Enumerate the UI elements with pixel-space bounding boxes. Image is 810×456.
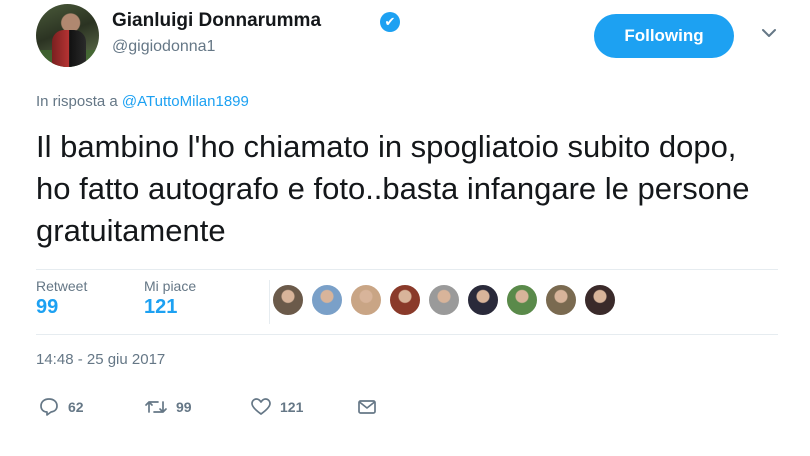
- tweet-text: Il bambino l'ho chiamato in spogliatoio …: [36, 129, 750, 248]
- like-icon: [250, 396, 272, 418]
- avatar-figure: [52, 30, 86, 67]
- like-count: 121: [280, 399, 304, 415]
- tweet-header: Gianluigi Donnarumma ✔ @gigiodonna1 Foll…: [36, 4, 796, 70]
- retweet-stat-label: Retweet: [36, 278, 88, 294]
- retweet-count: 99: [176, 399, 192, 415]
- retweet-stat[interactable]: Retweet 99: [36, 278, 87, 319]
- reply-icon: [38, 396, 60, 418]
- reply-count: 62: [68, 399, 84, 415]
- chevron-down-icon[interactable]: [758, 22, 780, 44]
- direct-message-icon: [356, 396, 378, 418]
- likes-stat[interactable]: Mi piace 121: [144, 278, 196, 319]
- reply-prefix: In risposta a: [36, 93, 118, 110]
- verified-icon: ✔: [380, 12, 400, 32]
- reply-mention-link[interactable]: @ATuttoMilan1899: [122, 93, 249, 110]
- reply-context: In risposta a @ATuttoMilan1899: [36, 93, 249, 110]
- liker-avatar-4[interactable]: [389, 284, 421, 316]
- reply-button[interactable]: 62: [38, 393, 84, 421]
- liker-avatar-9[interactable]: [584, 284, 616, 316]
- liker-avatar-2[interactable]: [311, 284, 343, 316]
- author-avatar[interactable]: [36, 4, 99, 67]
- retweet-button[interactable]: 99: [144, 393, 192, 421]
- direct-message-button[interactable]: [356, 393, 378, 421]
- author-handle[interactable]: @gigiodonna1: [112, 38, 215, 56]
- liker-avatar-5[interactable]: [428, 284, 460, 316]
- retweet-icon: [144, 396, 168, 418]
- liker-avatar-3[interactable]: [350, 284, 382, 316]
- like-button[interactable]: 121: [250, 393, 303, 421]
- likes-stat-label: Mi piace: [144, 278, 197, 294]
- tweet-stats: Retweet 99 Mi piace 121: [36, 269, 778, 335]
- liker-avatar-8[interactable]: [545, 284, 577, 316]
- liker-avatar-1[interactable]: [272, 284, 304, 316]
- liker-avatar-6[interactable]: [467, 284, 499, 316]
- tweet-actions: 62 99 121: [36, 393, 436, 421]
- retweet-stat-value: 99: [36, 296, 59, 318]
- tweet-timestamp[interactable]: 14:48 - 25 giu 2017: [36, 351, 165, 368]
- liker-avatar-7[interactable]: [506, 284, 538, 316]
- likes-stat-value: 121: [144, 296, 178, 318]
- stats-divider: [269, 280, 270, 324]
- following-button[interactable]: Following: [594, 14, 734, 58]
- author-display-name[interactable]: Gianluigi Donnarumma: [112, 10, 321, 32]
